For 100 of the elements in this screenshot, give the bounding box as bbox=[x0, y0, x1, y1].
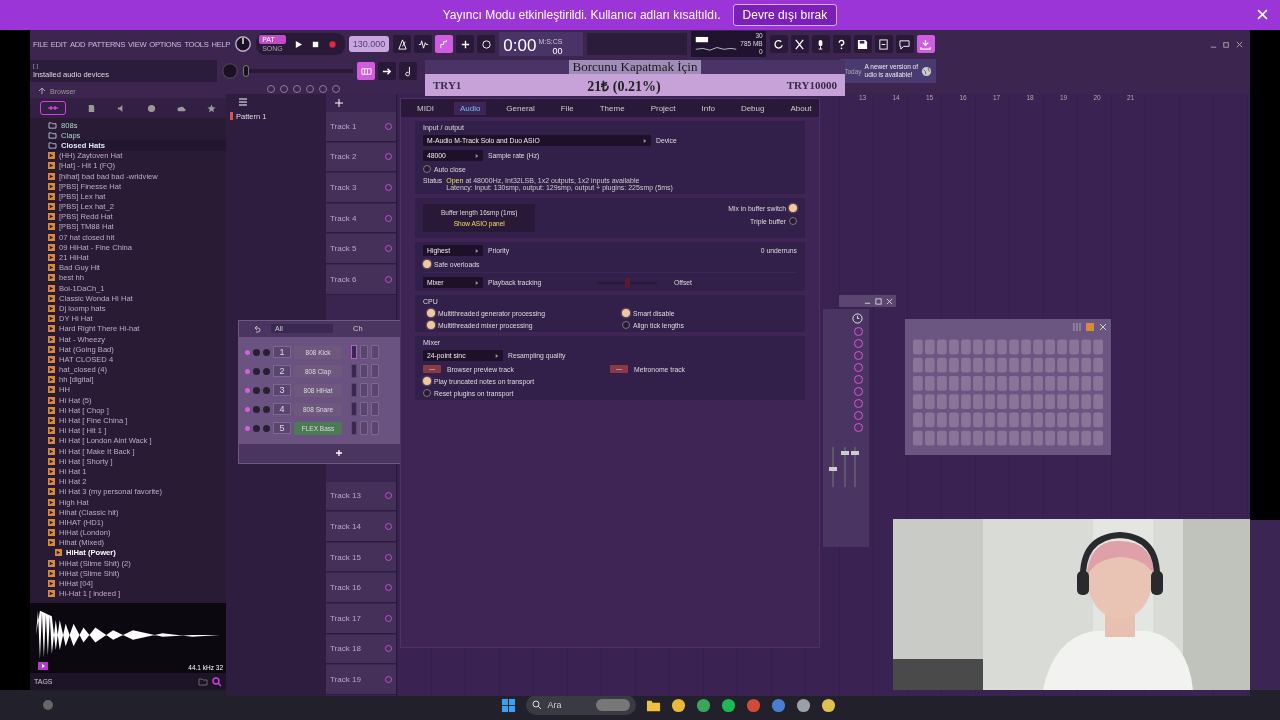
mixer-track-number[interactable]: 3 bbox=[273, 384, 291, 397]
track-header[interactable]: Track 4 bbox=[326, 203, 396, 234]
settings-tab[interactable]: About bbox=[784, 101, 818, 115]
radio-button[interactable] bbox=[423, 389, 431, 397]
app-icon[interactable] bbox=[695, 697, 711, 713]
track-header[interactable]: Track 18 bbox=[326, 634, 396, 665]
step-button[interactable] bbox=[360, 364, 368, 379]
pan-knob[interactable] bbox=[253, 367, 260, 375]
toolbar-button[interactable] bbox=[414, 35, 433, 53]
track-header[interactable]: Track 15 bbox=[326, 542, 396, 573]
document-icon[interactable] bbox=[87, 103, 97, 113]
plus-icon[interactable] bbox=[334, 98, 344, 108]
settings-tab[interactable]: General bbox=[500, 101, 541, 115]
mixer-track-number[interactable]: 4 bbox=[273, 403, 291, 416]
restore-icon[interactable] bbox=[875, 297, 882, 305]
search-icon[interactable] bbox=[212, 676, 222, 687]
settings-tab[interactable]: MIDI bbox=[411, 101, 440, 115]
channel-selector[interactable] bbox=[351, 345, 357, 360]
channel-led[interactable] bbox=[245, 406, 250, 412]
search-field[interactable]: Ara bbox=[525, 695, 636, 715]
star-icon[interactable] bbox=[206, 103, 216, 113]
step-button[interactable] bbox=[360, 402, 368, 417]
slip-icon[interactable] bbox=[331, 84, 341, 94]
step-button[interactable] bbox=[371, 383, 379, 398]
plus-icon[interactable] bbox=[335, 449, 343, 458]
paint-icon[interactable] bbox=[292, 84, 302, 94]
app-icon[interactable] bbox=[670, 697, 686, 713]
channel-led[interactable] bbox=[245, 349, 250, 355]
pattern-icon[interactable] bbox=[238, 97, 248, 107]
radio-button[interactable] bbox=[789, 217, 797, 225]
channel-led[interactable] bbox=[245, 425, 250, 431]
settings-tab[interactable]: Info bbox=[695, 101, 721, 115]
mixer-track-number[interactable]: 2 bbox=[273, 365, 291, 378]
mixer-track-number[interactable]: 5 bbox=[273, 422, 291, 435]
app-icon[interactable] bbox=[795, 697, 811, 713]
toolbar-button[interactable] bbox=[916, 35, 935, 53]
toolbar-button[interactable] bbox=[853, 35, 872, 53]
toolbar-button[interactable] bbox=[895, 35, 914, 53]
radio-button[interactable] bbox=[423, 165, 431, 173]
toolbar-button[interactable] bbox=[456, 35, 475, 53]
windows-logo-icon[interactable] bbox=[500, 697, 516, 713]
track-header[interactable]: Track 6 bbox=[326, 264, 396, 295]
settings-tab[interactable]: Theme bbox=[593, 101, 631, 115]
slider-thumb[interactable] bbox=[625, 277, 630, 288]
pan-knob[interactable] bbox=[253, 424, 260, 432]
app-icon[interactable] bbox=[770, 697, 786, 713]
step-button[interactable] bbox=[371, 345, 379, 360]
settings-tab[interactable]: Debug bbox=[734, 101, 771, 115]
close-icon[interactable] bbox=[1098, 322, 1108, 332]
toolbar-button[interactable] bbox=[435, 35, 454, 53]
track-header[interactable]: Track 16 bbox=[326, 573, 396, 603]
channel-selector[interactable] bbox=[351, 364, 357, 379]
undo-icon[interactable] bbox=[253, 324, 261, 333]
delete-icon[interactable] bbox=[305, 84, 315, 94]
stop-icon[interactable] bbox=[310, 39, 320, 49]
record-icon[interactable] bbox=[327, 39, 337, 49]
volume-knob[interactable] bbox=[263, 424, 270, 432]
play-icon[interactable] bbox=[293, 39, 303, 49]
channel-selector[interactable] bbox=[351, 383, 357, 398]
channel-led[interactable] bbox=[245, 387, 250, 393]
tempo-display[interactable]: 130.000 bbox=[348, 36, 390, 52]
toolbar-button[interactable] bbox=[874, 35, 893, 53]
radio-button[interactable] bbox=[622, 321, 630, 329]
track-header[interactable]: Track 17 bbox=[326, 603, 396, 634]
browser-tab[interactable] bbox=[40, 101, 67, 115]
track-header[interactable]: Track 14 bbox=[326, 512, 396, 542]
volume-knob[interactable] bbox=[263, 367, 270, 375]
step-button[interactable] bbox=[371, 402, 379, 417]
toolbar-button[interactable] bbox=[477, 35, 496, 53]
globe-icon[interactable] bbox=[146, 103, 156, 113]
track-header[interactable]: Track 19 bbox=[326, 665, 396, 695]
toolbar-button[interactable] bbox=[811, 35, 830, 53]
settings-tab[interactable]: Project bbox=[644, 101, 682, 115]
pencil-icon[interactable] bbox=[279, 84, 289, 94]
mute-icon[interactable] bbox=[318, 84, 328, 94]
track-header[interactable]: Track 3 bbox=[326, 173, 396, 203]
toolbar-button[interactable] bbox=[393, 35, 412, 53]
grid-icon[interactable] bbox=[1085, 322, 1095, 332]
app-icon[interactable] bbox=[820, 697, 836, 713]
close-icon[interactable] bbox=[1235, 39, 1244, 49]
channel-selector[interactable] bbox=[351, 402, 357, 417]
pan-knob[interactable] bbox=[253, 348, 260, 356]
toolbar-button[interactable] bbox=[769, 35, 788, 53]
step-button[interactable] bbox=[360, 421, 368, 436]
step-button[interactable] bbox=[360, 383, 368, 398]
magnet-icon[interactable] bbox=[266, 84, 276, 94]
step-button[interactable] bbox=[371, 364, 379, 379]
mixer-track-number[interactable]: 1 bbox=[273, 346, 291, 359]
channel-led[interactable] bbox=[245, 368, 250, 374]
pan-knob[interactable] bbox=[253, 405, 260, 413]
track-header[interactable]: Track 13 bbox=[326, 481, 396, 512]
disable-button[interactable]: Devre dışı bırak bbox=[732, 4, 838, 26]
volume-knob[interactable] bbox=[263, 405, 270, 413]
pan-knob[interactable] bbox=[253, 386, 260, 394]
track-header[interactable]: Track 1 bbox=[326, 112, 396, 142]
restore-icon[interactable] bbox=[1222, 39, 1231, 49]
volume-knob[interactable] bbox=[263, 348, 270, 356]
app-icon[interactable] bbox=[720, 697, 736, 713]
toolbar-button[interactable] bbox=[378, 62, 396, 80]
toolbar-button[interactable] bbox=[832, 35, 851, 53]
